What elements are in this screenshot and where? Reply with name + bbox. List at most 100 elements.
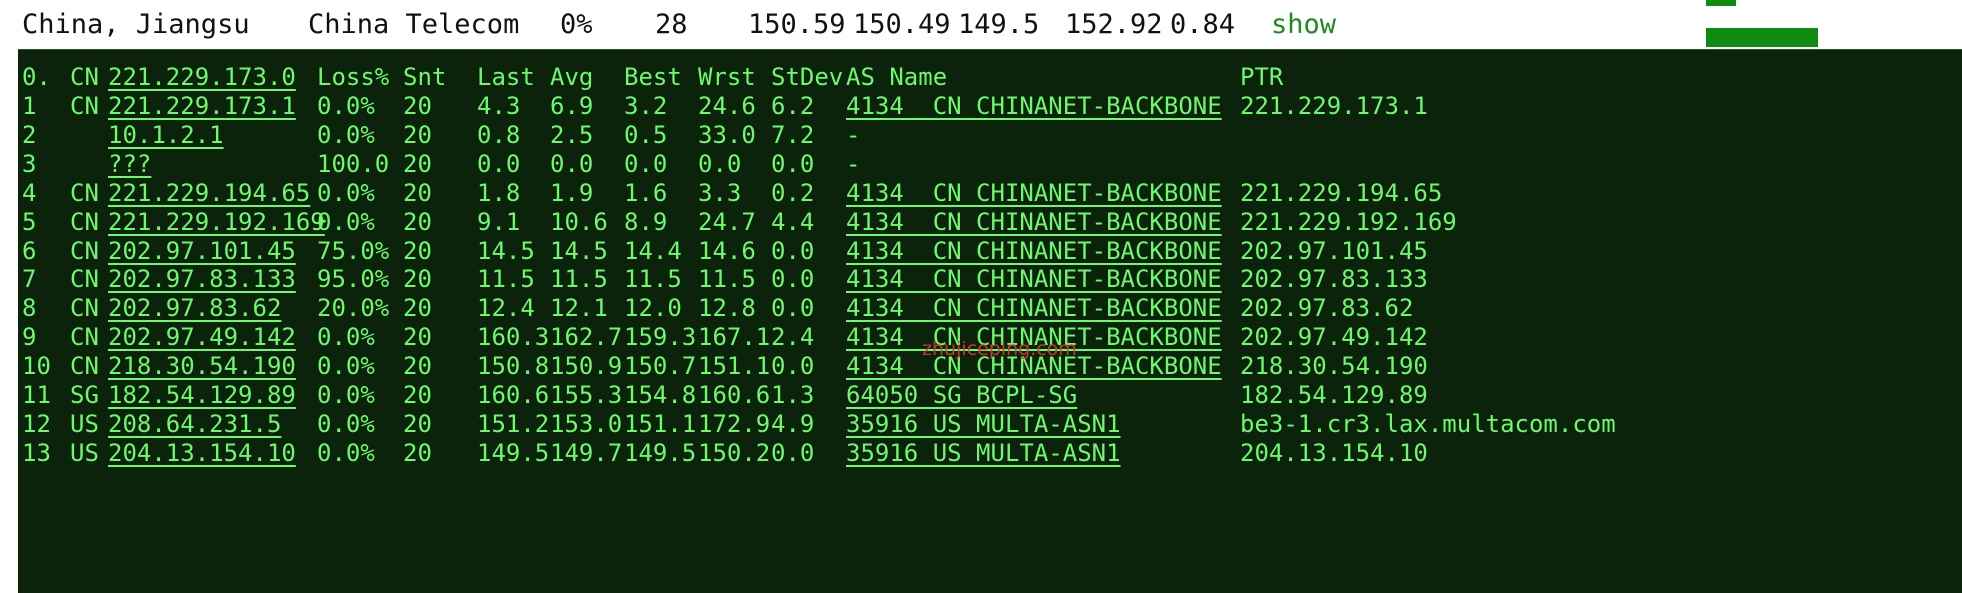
as-name-link[interactable]: 4134 CN CHINANET-BACKBONE [846,264,1222,294]
hop-number: 0. [22,63,51,91]
hop-number: 1 [22,92,37,120]
ptr-value: 202.97.49.142 [1240,323,1428,352]
last-value: 0.0 [477,149,521,178]
loss-value: 0.0% [317,438,375,467]
host-link[interactable]: 10.1.2.1 [108,120,224,150]
loss-value: 0.0% [317,120,375,149]
stdev-value: 0.2 [771,178,815,207]
wrst-value: 150.2 [698,438,771,467]
best-value: 149.5 [624,438,697,467]
host-link[interactable]: 218.30.54.190 [108,351,296,381]
snt-value: 20 [403,438,432,467]
best-value: 159.3 [624,323,697,352]
snt-value: 20 [403,381,432,409]
country-code: CN [70,294,99,323]
host-link[interactable]: 202.97.83.133 [108,264,296,294]
avg-value: 11.5 [550,265,608,294]
stdev-value: 0.0 [771,438,815,467]
snt-value: 20 [403,120,432,149]
as-name-link[interactable]: 4134 CN CHINANET-BACKBONE [846,236,1222,266]
hop-number: 6 [22,236,37,265]
loss-value: 75.0% [317,236,390,265]
as-name-link: - [846,149,861,178]
wrst-value: 151.1 [698,352,771,381]
as-name-link[interactable]: 4134 CN CHINANET-BACKBONE [846,207,1222,237]
host-link[interactable]: 202.97.49.142 [108,322,296,352]
mini-graph-bar [1706,28,1818,47]
summary-sent: 28 [655,9,688,40]
last-value: 12.4 [477,294,535,323]
last-value: 11.5 [477,265,535,294]
show-button[interactable]: show [1271,9,1336,40]
as-name-link[interactable]: 4134 CN CHINANET-BACKBONE [846,178,1222,208]
header-as-name: AS Name [846,63,948,91]
host-link[interactable]: 221.229.173.0 [108,62,296,92]
country-code: CN [70,92,99,120]
country-code: CN [70,178,99,207]
header-stdev: StDev [771,63,844,91]
host-link[interactable]: 202.97.101.45 [108,236,296,266]
host-link[interactable]: 221.229.194.65 [108,178,310,208]
country-code: US [70,409,99,438]
stdev-value: 1.3 [771,381,815,409]
as-name-link[interactable]: 4134 CN CHINANET-BACKBONE [846,293,1222,323]
host-link[interactable]: 221.229.192.169 [108,207,325,237]
as-name-link[interactable]: 4134 CN CHINANET-BACKBONE [846,91,1222,121]
host-link[interactable]: 202.97.83.62 [108,293,281,323]
mtr-terminal: 0. CN 221.229.173.0 Loss% Snt Last Avg B… [18,49,1962,593]
wrst-value: 14.6 [698,236,756,265]
avg-value: 0.0 [550,149,594,178]
as-name-link[interactable]: 64050 SG BCPL-SG [846,380,1077,410]
country-code: CN [70,236,99,265]
country-code: US [70,438,99,467]
host-link[interactable]: 182.54.129.89 [108,380,296,410]
loss-value: 0.0% [317,381,375,409]
last-value: 14.5 [477,236,535,265]
ptr-value: 204.13.154.10 [1240,438,1428,467]
ptr-value: 202.97.83.62 [1240,294,1414,323]
wrst-value: 167.1 [698,323,771,352]
ptr-value: 221.229.173.1 [1240,92,1428,120]
last-value: 151.2 [477,409,550,438]
summary-avg: 150.49 [853,9,951,40]
stdev-value: 6.2 [771,92,815,120]
host-link[interactable]: 221.229.173.1 [108,91,296,121]
best-value: 0.5 [624,120,668,149]
loss-value: 0.0% [317,207,375,236]
best-value: 14.4 [624,236,682,265]
stdev-value: 0.0 [771,265,815,294]
avg-value: 150.9 [550,352,623,381]
stdev-value: 4.4 [771,207,815,236]
host-link[interactable]: 208.64.231.5 [108,409,281,439]
summary-loss: 0% [560,9,593,40]
ptr-value: 202.97.83.133 [1240,265,1428,294]
hop-number: 12 [22,409,51,438]
snt-value: 20 [403,178,432,207]
as-name-link[interactable]: 35916 US MULTA-ASN1 [846,438,1121,468]
avg-value: 12.1 [550,294,608,323]
hop-number: 7 [22,265,37,294]
stdev-value: 0.0 [771,149,815,178]
last-value: 150.8 [477,352,550,381]
avg-value: 10.6 [550,207,608,236]
header-snt: Snt [403,63,447,91]
avg-value: 155.3 [550,381,623,409]
wrst-value: 3.3 [698,178,742,207]
last-value: 9.1 [477,207,521,236]
as-name-link[interactable]: 35916 US MULTA-ASN1 [846,409,1121,439]
country-code: CN [70,207,99,236]
latency-mini-graph [1706,0,1818,49]
loss-value: 95.0% [317,265,390,294]
snt-value: 20 [403,236,432,265]
host-link[interactable]: ??? [108,149,151,179]
hop-number: 9 [22,323,37,352]
mini-graph-bar-top [1706,0,1736,6]
stdev-value: 4.9 [771,409,815,438]
host-link[interactable]: 204.13.154.10 [108,438,296,468]
last-value: 160.3 [477,323,550,352]
avg-value: 1.9 [550,178,594,207]
best-value: 11.5 [624,265,682,294]
hop-number: 5 [22,207,37,236]
wrst-value: 160.6 [698,381,771,409]
snt-value: 20 [403,265,432,294]
